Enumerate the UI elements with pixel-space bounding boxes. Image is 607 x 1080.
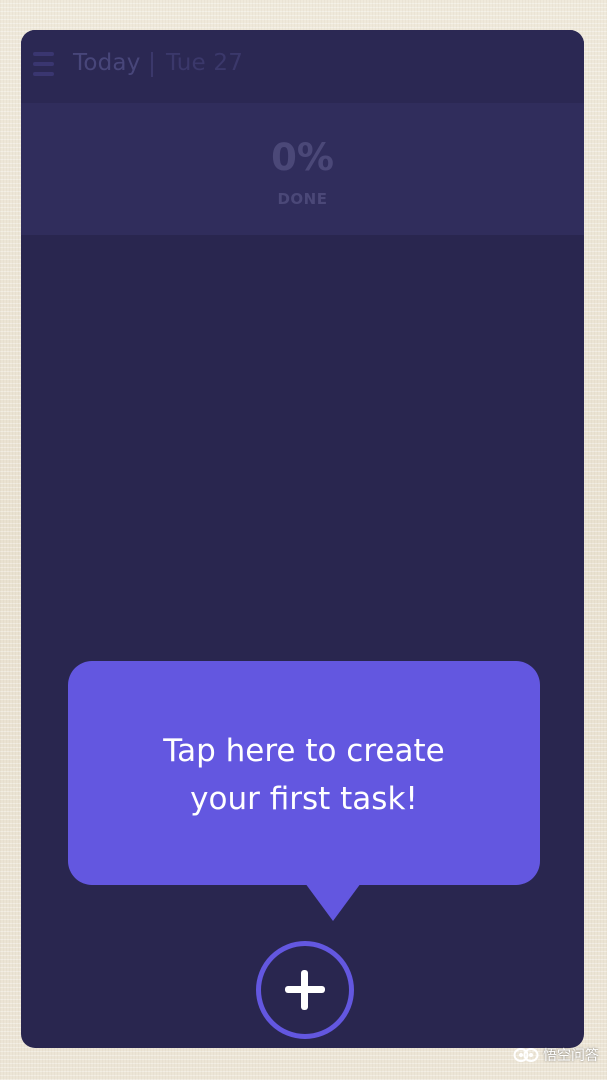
date-label: Tue 27 (166, 50, 244, 76)
progress-percentage: 0% (271, 136, 334, 179)
tooltip-line-2: your first task! (190, 781, 418, 817)
app-screen: Today Tue 27 0% DONE Tap here to create … (21, 30, 584, 1048)
tooltip-line-1: Tap here to create (163, 733, 445, 769)
tooltip-pointer (305, 883, 361, 921)
progress-panel: 0% DONE (21, 103, 584, 235)
wukong-logo-icon (513, 1048, 539, 1062)
page-title: Today (73, 50, 141, 76)
progress-label: DONE (277, 190, 328, 208)
plus-icon (261, 946, 349, 1034)
hamburger-menu-icon[interactable] (33, 52, 54, 78)
watermark-text: 悟空问答 (543, 1048, 599, 1064)
watermark: 悟空问答 (513, 1044, 599, 1066)
task-list (21, 235, 584, 1048)
top-bar: Today Tue 27 (21, 30, 584, 103)
tooltip-message: Tap here to create your first task! (88, 727, 520, 823)
add-task-button[interactable] (256, 941, 354, 1039)
onboarding-tooltip: Tap here to create your first task! (68, 661, 540, 921)
title-divider (151, 52, 153, 77)
